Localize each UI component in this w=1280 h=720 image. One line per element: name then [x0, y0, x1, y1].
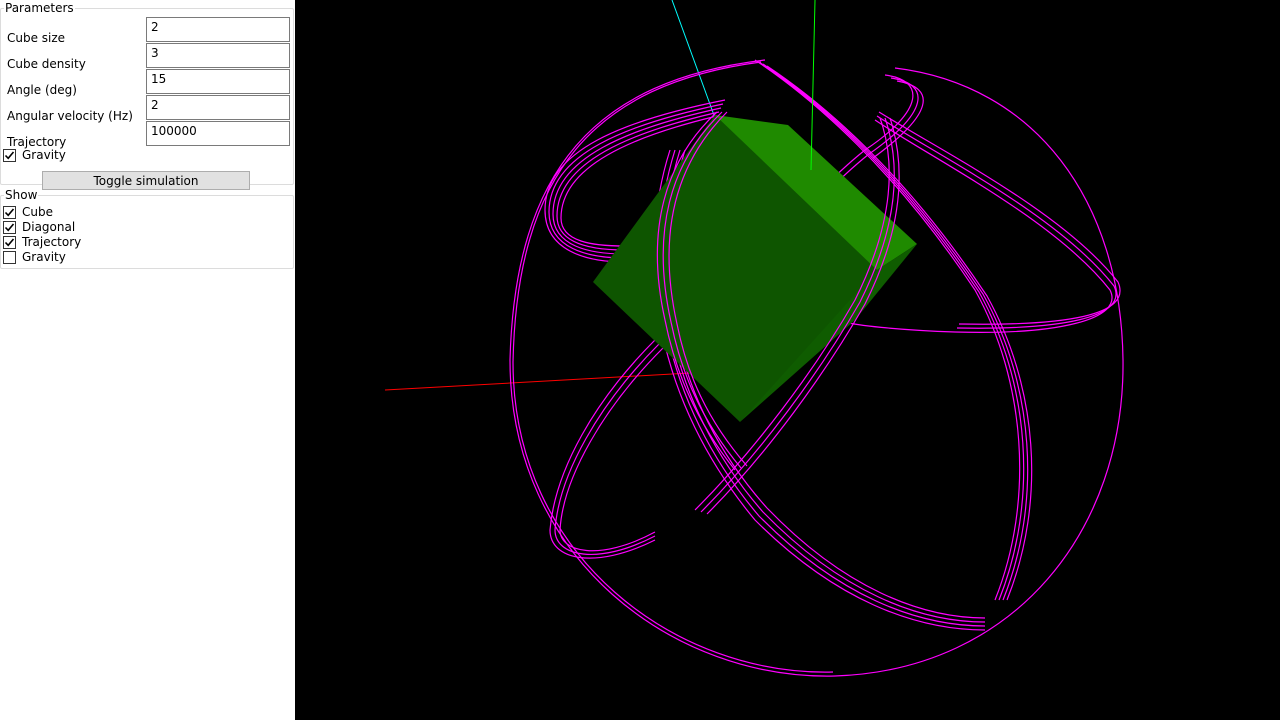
- show-diagonal-label: Diagonal: [22, 220, 76, 234]
- check-icon: [4, 237, 15, 246]
- show-cube-label: Cube: [22, 205, 53, 219]
- trajectory-input[interactable]: 100000: [146, 121, 290, 146]
- angular-velocity-label: Angular velocity (Hz): [7, 109, 133, 123]
- checkbox-box[interactable]: [3, 250, 16, 264]
- show-trajectory-checkbox[interactable]: Trajectory: [3, 235, 81, 249]
- angle-label: Angle (deg): [7, 83, 77, 97]
- x-axis: [384, 372, 691, 391]
- parameters-group: Parameters Cube size 2 Cube density 3 An…: [0, 1, 294, 190]
- show-cube-checkbox[interactable]: Cube: [3, 205, 53, 219]
- show-title: Show: [4, 188, 39, 202]
- check-icon: [4, 150, 15, 159]
- y-axis: [810, 0, 816, 171]
- toggle-simulation-button[interactable]: Toggle simulation: [42, 171, 250, 190]
- checkbox-box[interactable]: [3, 148, 16, 162]
- control-panel: Parameters Cube size 2 Cube density 3 An…: [0, 0, 295, 720]
- trajectory-label: Trajectory: [7, 135, 67, 149]
- checkbox-box[interactable]: [3, 220, 16, 234]
- checkbox-box[interactable]: [3, 235, 16, 249]
- gravity-label: Gravity: [22, 148, 66, 162]
- show-diagonal-checkbox[interactable]: Diagonal: [3, 220, 75, 234]
- cube-density-label: Cube density: [7, 57, 86, 71]
- trajectory-band: [549, 339, 664, 559]
- check-icon: [4, 222, 15, 231]
- scene-canvas[interactable]: [295, 0, 1280, 720]
- checkbox-box[interactable]: [3, 205, 16, 219]
- cube-size-label: Cube size: [7, 31, 66, 45]
- show-trajectory-label: Trajectory: [22, 235, 82, 249]
- check-icon: [4, 207, 15, 216]
- cube-size-input[interactable]: 2: [146, 17, 290, 42]
- show-gravity-label: Gravity: [22, 250, 66, 264]
- gravity-checkbox[interactable]: Gravity: [3, 148, 66, 162]
- parameters-title: Parameters: [4, 1, 75, 15]
- cube-density-input[interactable]: 3: [146, 43, 290, 68]
- show-gravity-checkbox[interactable]: Gravity: [3, 250, 66, 264]
- z-axis: [671, 0, 716, 119]
- angular-velocity-input[interactable]: 2: [146, 95, 290, 120]
- angle-input[interactable]: 15: [146, 69, 290, 94]
- 3d-viewport[interactable]: [295, 0, 1280, 720]
- show-group: Show Cube Diagonal Trajectory Gravity: [0, 188, 294, 269]
